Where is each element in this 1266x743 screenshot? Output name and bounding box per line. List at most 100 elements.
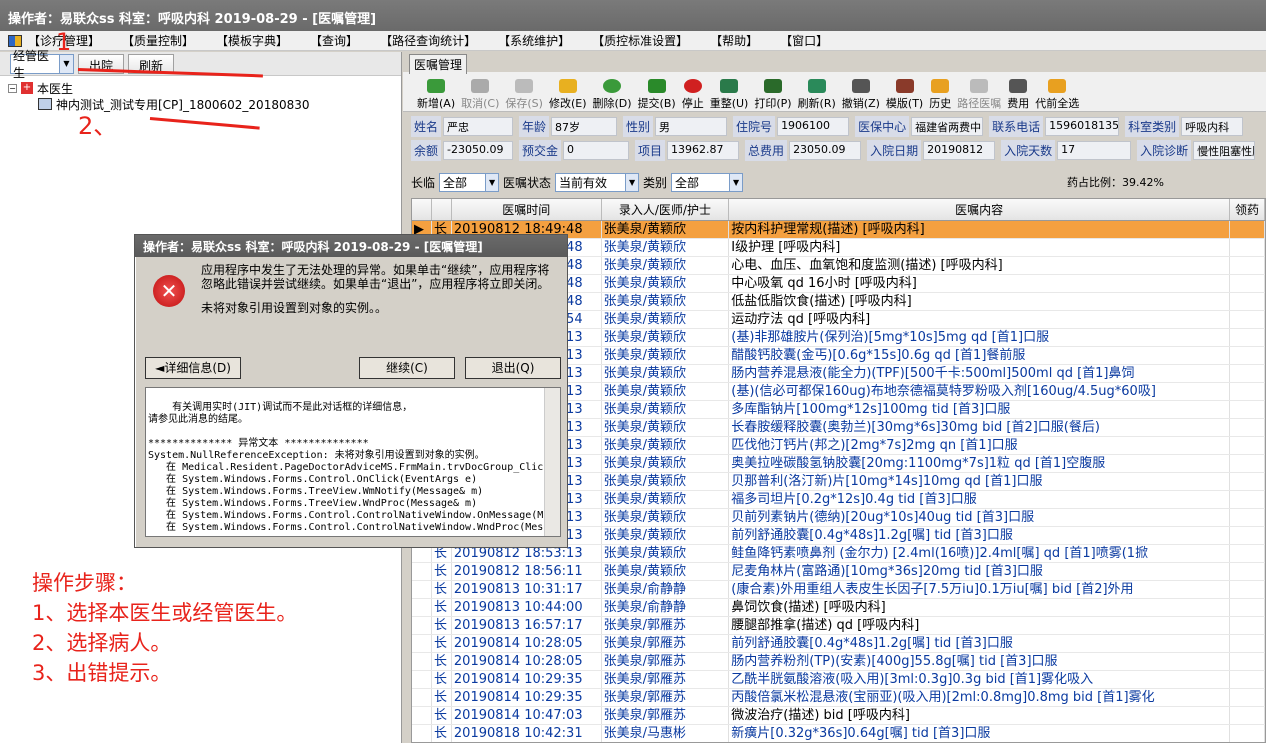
value-item: 13962.87 — [667, 140, 740, 160]
collapse-icon[interactable]: − — [8, 83, 17, 93]
category-combo[interactable]: 全部 ▼ — [671, 172, 744, 192]
cell-content: 尼麦角林片(富路通)[10mg*36s]20mg tid [首3]口服 — [729, 563, 1231, 580]
chevron-down-icon[interactable]: ▼ — [59, 54, 73, 73]
table-row[interactable]: 长 20190818 10:42:31 张美泉/马惠彬 新癀片[0.32g*36s]0… — [412, 725, 1265, 742]
chevron-down-icon[interactable]: ▼ — [485, 173, 499, 191]
template-button[interactable]: 模版(T) — [886, 79, 923, 111]
cell-recorder: 张美泉/郭雁苏 — [602, 707, 730, 724]
table-row[interactable]: 长 20190814 10:29:35 张美泉/郭雁苏 乙酰半胱氨酸溶液(吸入用)[3… — [412, 671, 1265, 689]
table-row[interactable]: 长 20190813 16:57:17 张美泉/郭雁苏 腰腿部推拿(描述) qd [呼… — [412, 617, 1265, 635]
cell-dispense — [1230, 383, 1265, 400]
menu-item[interactable]: 【模板字典】 — [216, 32, 288, 49]
table-row[interactable]: 长 20190812 18:56:11 张美泉/黄颖欣 尼麦角林片(富路通)[10mg… — [412, 563, 1265, 581]
cell-content: 匹伐他汀钙片(邦之)[2mg*7s]2mg qn [首1]口服 — [729, 437, 1231, 454]
cell-type: 长 — [432, 707, 452, 724]
cancel-button[interactable]: 取消(C) — [461, 79, 499, 111]
cell-content: 乙酰半胱氨酸溶液(吸入用)[3ml:0.3g]0.3g bid [首1]雾化吸入 — [729, 671, 1231, 688]
app-icon — [8, 34, 22, 47]
cell-type: 长 — [432, 653, 452, 670]
menu-item[interactable]: 【路径查询统计】 — [380, 32, 476, 49]
reorganize-button[interactable]: 重整(U) — [710, 79, 748, 111]
cell-recorder: 张美泉/黄颖欣 — [602, 563, 730, 580]
cell-content: 奥美拉唑碳酸氢钠胶囊[20mg:1100mg*7s]1粒 qd [首1]空腹服 — [729, 455, 1231, 472]
status-value: 当前有效 — [559, 175, 608, 190]
cell-dispense — [1230, 257, 1265, 274]
dialog-message-1: 应用程序中发生了无法处理的异常。如果单击“继续”，应用程序将忽略此错误并尝试继续… — [201, 263, 550, 291]
refresh-tool-button[interactable]: 刷新(R) — [798, 79, 836, 111]
tool-label: 新增(A) — [417, 97, 456, 110]
table-row[interactable]: 长 20190814 10:29:35 张美泉/郭雁苏 丙酸倍氯米松混悬液(宝丽亚)(… — [412, 689, 1265, 707]
header-content[interactable]: 医嘱内容 — [729, 199, 1231, 220]
tool-label: 路径医嘱 — [957, 97, 1002, 110]
exit-button[interactable]: 退出(Q) — [465, 357, 561, 379]
select-all-button[interactable]: 代前全选 — [1035, 79, 1079, 111]
eraser-icon — [558, 79, 577, 93]
value-diag: 慢性阻塞性肺 — [1193, 140, 1256, 160]
table-row[interactable]: 长 20190814 10:28:05 张美泉/郭雁苏 前列舒通胶囊[0.4g*48s… — [412, 635, 1265, 653]
menu-item[interactable]: 【帮助】 — [710, 32, 758, 49]
tool-label: 停止 — [681, 97, 704, 110]
chevron-down-icon[interactable]: ▼ — [625, 173, 639, 191]
cell-recorder: 张美泉/马惠彬 — [602, 725, 730, 742]
header-dispense[interactable]: 领药 — [1230, 199, 1265, 220]
menu-item[interactable]: 【窗口】 — [780, 32, 828, 49]
table-row[interactable]: 长 20190814 10:28:05 张美泉/郭雁苏 肠内营养粉剂(TP)(安素)[… — [412, 653, 1265, 671]
menu-item[interactable]: 【质控标准设置】 — [592, 32, 688, 49]
status-combo[interactable]: 当前有效 ▼ — [555, 172, 640, 192]
cell-dispense — [1230, 275, 1265, 292]
cell-dispense — [1230, 617, 1265, 634]
cell-recorder: 张美泉/郭雁苏 — [602, 689, 730, 706]
table-row[interactable]: 长 20190814 10:47:03 张美泉/郭雁苏 微波治疗(描述) bid [呼… — [412, 707, 1265, 725]
header-time[interactable]: 医嘱时间 — [452, 199, 602, 220]
chevron-down-icon[interactable]: ▼ — [729, 173, 743, 191]
tree-node-patient[interactable]: 神内测试_测试专用[CP]_1800602_20180830 — [8, 96, 393, 112]
table-row[interactable]: 长 20190813 10:31:17 张美泉/俞静静 (康合素)外用重组人表皮生长因… — [412, 581, 1265, 599]
cell-recorder: 张美泉/黄颖欣 — [602, 221, 730, 238]
menu-item[interactable]: 【系统维护】 — [498, 32, 570, 49]
plus-icon — [427, 79, 446, 93]
label-age: 年龄 — [519, 115, 550, 137]
menu-bar: 【诊疗管理】 【质量控制】 【模板字典】 【查询】 【路径查询统计】 【系统维护… — [0, 31, 1266, 51]
tool-label: 代前全选 — [1035, 97, 1080, 110]
path-advice-button[interactable]: 路径医嘱 — [957, 79, 1001, 111]
cell-dispense — [1230, 689, 1265, 706]
submit-button[interactable]: 提交(B) — [638, 79, 676, 111]
revoke-button[interactable]: 撤销(Z) — [842, 79, 880, 111]
row-indicator — [412, 671, 432, 688]
new-button[interactable]: 新增(A) — [417, 79, 455, 111]
menu-item[interactable]: 【质量控制】 — [122, 32, 194, 49]
print-button[interactable]: 打印(P) — [754, 79, 792, 111]
details-button[interactable]: ◄详细信息(D) — [145, 357, 241, 379]
value-name: 严忠 — [443, 116, 514, 136]
trash-icon — [851, 79, 870, 93]
details-scrollbar[interactable] — [544, 388, 560, 536]
longtemp-combo[interactable]: 全部 ▼ — [439, 172, 500, 192]
cell-dispense — [1230, 635, 1265, 652]
stop-button[interactable]: 停止 — [682, 79, 704, 111]
table-row[interactable]: 长 20190813 10:44:00 张美泉/俞静静 鼻饲饮食(描述) [呼吸内科] — [412, 599, 1265, 617]
cell-content: 中心吸氧 qd 16小时 [呼吸内科] — [729, 275, 1231, 292]
cell-content: 贝前列素钠片(德纳)[20ug*10s]40ug tid [首3]口服 — [729, 509, 1231, 526]
patient-info: 姓名 严忠 年龄 87岁 性别 男 住院号 1906100 医保中心 福建省两费… — [411, 114, 1266, 162]
cell-type: 长 — [432, 617, 452, 634]
continue-button[interactable]: 继续(C) — [359, 357, 455, 379]
label-center: 医保中心 — [855, 115, 910, 137]
row-indicator — [412, 635, 432, 652]
history-icon — [931, 79, 950, 93]
annotation-2: 2、 — [78, 112, 118, 140]
delete-button[interactable]: 删除(D) — [593, 79, 632, 111]
tree-node-root[interactable]: − + 本医生 — [8, 80, 393, 96]
cell-dispense — [1230, 239, 1265, 256]
cell-dispense — [1230, 293, 1265, 310]
edit-button[interactable]: 修改(E) — [549, 79, 587, 111]
fee-button[interactable]: 费用 — [1007, 79, 1029, 111]
tab-advice[interactable]: 医嘱管理 — [409, 54, 468, 74]
book-icon — [895, 79, 914, 93]
menu-item[interactable]: 【查询】 — [310, 32, 358, 49]
header-recorder[interactable]: 录入人/医师/护士 — [602, 199, 730, 220]
save-button[interactable]: 保存(S) — [505, 79, 543, 111]
value-indate: 20190812 — [923, 140, 996, 160]
cell-recorder: 张美泉/郭雁苏 — [602, 635, 730, 652]
history-button[interactable]: 历史 — [929, 79, 951, 111]
doctor-combo[interactable]: 经管医生 ▼ — [10, 49, 74, 80]
